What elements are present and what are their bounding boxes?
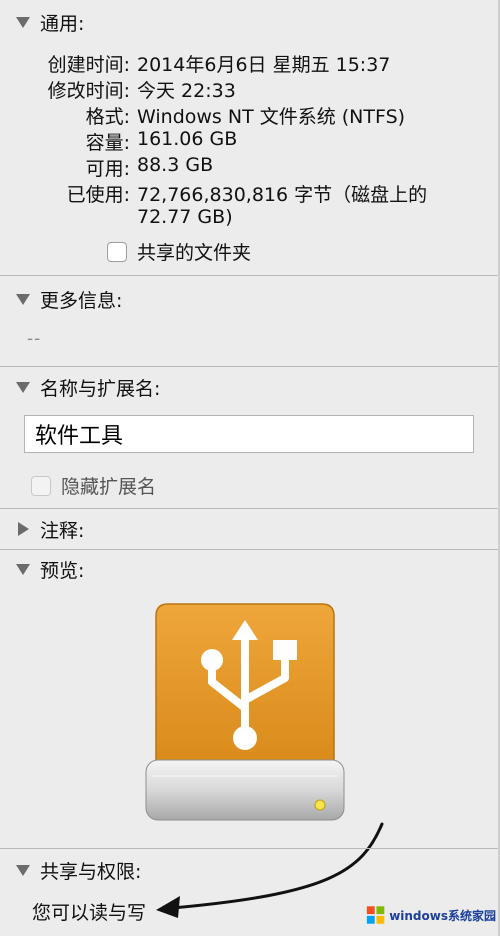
disclosure-triangle-icon[interactable] bbox=[16, 563, 30, 575]
section-name-ext-header[interactable]: 名称与扩展名: bbox=[16, 375, 161, 400]
info-label: 修改时间: bbox=[47, 80, 130, 102]
info-value: 88.3 GB bbox=[137, 154, 214, 176]
shared-folder-label: 共享的文件夹 bbox=[137, 242, 252, 264]
info-value: 2014年6月6日 星期五 15:37 bbox=[137, 54, 391, 76]
section-sharing-label: 共享与权限: bbox=[40, 860, 142, 883]
info-value: 72,766,830,816 字节（磁盘上的 bbox=[137, 184, 428, 206]
info-label: 容量: bbox=[85, 132, 130, 154]
info-label: 已使用: bbox=[66, 184, 130, 206]
annotation-arrow-icon bbox=[156, 822, 384, 918]
divider bbox=[0, 848, 500, 849]
info-value: 161.06 GB bbox=[137, 128, 238, 150]
info-value: Windows NT 文件系统 (NTFS) bbox=[137, 106, 406, 128]
disclosure-triangle-icon[interactable] bbox=[16, 16, 30, 28]
section-more-info-label: 更多信息: bbox=[40, 289, 123, 312]
section-general-header[interactable]: 通用: bbox=[16, 10, 85, 35]
info-row-used: 已使用: 72,766,830,816 字节（磁盘上的 bbox=[0, 180, 500, 206]
hide-ext-checkbox[interactable] bbox=[31, 475, 51, 496]
more-info-value: -- bbox=[27, 329, 42, 349]
section-name-ext-label: 名称与扩展名: bbox=[40, 377, 161, 400]
info-label: 创建时间: bbox=[47, 54, 130, 76]
permission-text: 您可以读与写 bbox=[32, 902, 147, 924]
section-sharing-header[interactable]: 共享与权限: bbox=[16, 858, 142, 883]
info-value: 今天 22:33 bbox=[137, 80, 236, 102]
disclosure-triangle-icon[interactable] bbox=[18, 522, 29, 536]
watermark: windows系统家园 bbox=[366, 898, 496, 932]
info-value: 72.77 GB) bbox=[137, 206, 233, 228]
section-preview-label: 预览: bbox=[40, 559, 85, 582]
section-comments-header[interactable]: 注释: bbox=[16, 517, 85, 542]
name-field[interactable] bbox=[24, 415, 474, 453]
divider bbox=[0, 508, 500, 509]
usb-drive-icon bbox=[145, 603, 345, 821]
info-row-modified: 修改时间: 今天 22:33 bbox=[0, 76, 500, 102]
info-label: 可用: bbox=[85, 158, 130, 180]
info-row-capacity: 容量: 161.06 GB bbox=[0, 128, 500, 154]
section-preview-header[interactable]: 预览: bbox=[16, 557, 85, 582]
shared-folder-row[interactable]: 共享的文件夹 bbox=[107, 238, 251, 265]
section-comments-label: 注释: bbox=[40, 519, 85, 542]
shared-folder-checkbox[interactable] bbox=[107, 241, 127, 262]
divider bbox=[0, 366, 500, 367]
disclosure-triangle-icon[interactable] bbox=[16, 864, 30, 876]
disclosure-triangle-icon[interactable] bbox=[16, 293, 30, 305]
info-row-used-cont: 72.77 GB) bbox=[0, 206, 500, 232]
info-label: 格式: bbox=[85, 106, 130, 128]
divider bbox=[0, 549, 500, 550]
info-row-created: 创建时间: 2014年6月6日 星期五 15:37 bbox=[0, 50, 500, 76]
watermark-text: windows系统家园 bbox=[389, 908, 496, 923]
divider bbox=[0, 275, 500, 276]
info-row-format: 格式: Windows NT 文件系统 (NTFS) bbox=[0, 102, 500, 128]
section-general-label: 通用: bbox=[40, 12, 85, 35]
section-more-info-header[interactable]: 更多信息: bbox=[16, 287, 123, 312]
hide-ext-label: 隐藏扩展名 bbox=[61, 476, 157, 498]
windows-logo-icon bbox=[366, 906, 385, 924]
info-panel: 通用: 创建时间: 2014年6月6日 星期五 15:37 修改时间: 今天 2… bbox=[0, 0, 500, 936]
disclosure-triangle-icon[interactable] bbox=[16, 381, 30, 393]
info-row-available: 可用: 88.3 GB bbox=[0, 154, 500, 180]
hide-ext-row[interactable]: 隐藏扩展名 bbox=[31, 472, 156, 499]
